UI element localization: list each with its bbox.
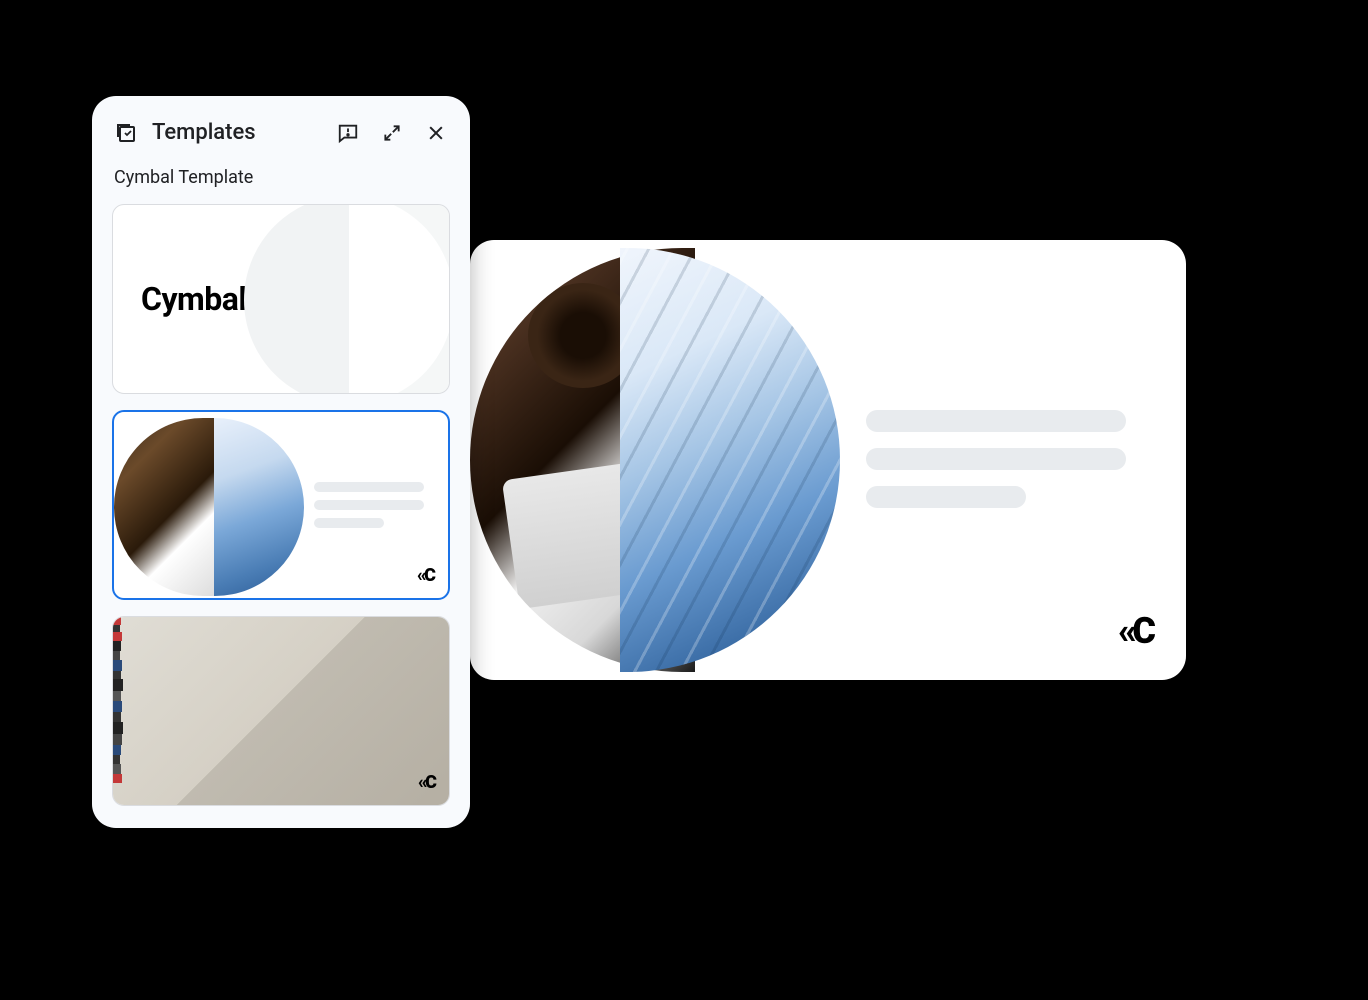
placeholder-line: [866, 486, 1026, 508]
thumbnail-content: ‹‹C: [113, 617, 449, 805]
close-icon[interactable]: [424, 121, 448, 145]
feedback-icon[interactable]: [336, 121, 360, 145]
cymbal-logo-mark: ‹‹C: [418, 772, 435, 793]
thumb-text-placeholder: [314, 482, 424, 536]
cymbal-shape-decoration: [239, 204, 450, 394]
slide-preview: ‹‹C: [470, 240, 1186, 680]
placeholder-line: [866, 410, 1126, 432]
template-thumbnail-aerial[interactable]: ‹‹C: [112, 616, 450, 806]
person-dot: [113, 691, 121, 701]
panel-header: Templates: [112, 116, 450, 149]
person-dot: [113, 712, 121, 722]
thumbnail-content: ‹‹C: [114, 412, 448, 598]
person-dot: [113, 651, 120, 660]
person-dot: [113, 632, 122, 641]
person-dot: [113, 734, 122, 745]
person-dot: [113, 625, 120, 632]
person-dot: [113, 722, 123, 734]
person-dot: [113, 745, 121, 755]
panel-title: Templates: [152, 120, 322, 145]
placeholder-line: [866, 448, 1126, 470]
person-dot: [113, 755, 120, 764]
preview-photo-building: [620, 248, 840, 672]
placeholder-line: [314, 500, 424, 510]
template-thumbnail-photo-split[interactable]: ‹‹C: [112, 410, 450, 600]
cymbal-wordmark: Cymbal: [141, 280, 246, 318]
person-dot: [113, 641, 121, 651]
templates-icon: [114, 121, 138, 145]
placeholder-line: [314, 482, 424, 492]
expand-icon[interactable]: [380, 121, 404, 145]
person-dot: [113, 774, 122, 783]
template-group-title: Cymbal Template: [112, 167, 450, 188]
person-dot: [113, 617, 121, 625]
person-dot: [113, 671, 121, 679]
thumb-photo-left: [114, 418, 214, 596]
cymbal-logo-mark: ‹‹C: [1117, 610, 1152, 652]
templates-panel: Templates C: [92, 96, 470, 828]
panel-actions: [336, 121, 448, 145]
cymbal-logo-mark: ‹‹C: [417, 565, 434, 586]
thumb-photo-building: [214, 418, 304, 596]
template-thumbnail-title[interactable]: Cymbal: [112, 204, 450, 394]
person-dot: [113, 660, 122, 671]
preview-text-placeholder: [866, 410, 1126, 524]
person-dot: [113, 679, 123, 691]
person-dot: [113, 764, 121, 774]
person-dot: [113, 701, 122, 712]
placeholder-line: [314, 518, 384, 528]
